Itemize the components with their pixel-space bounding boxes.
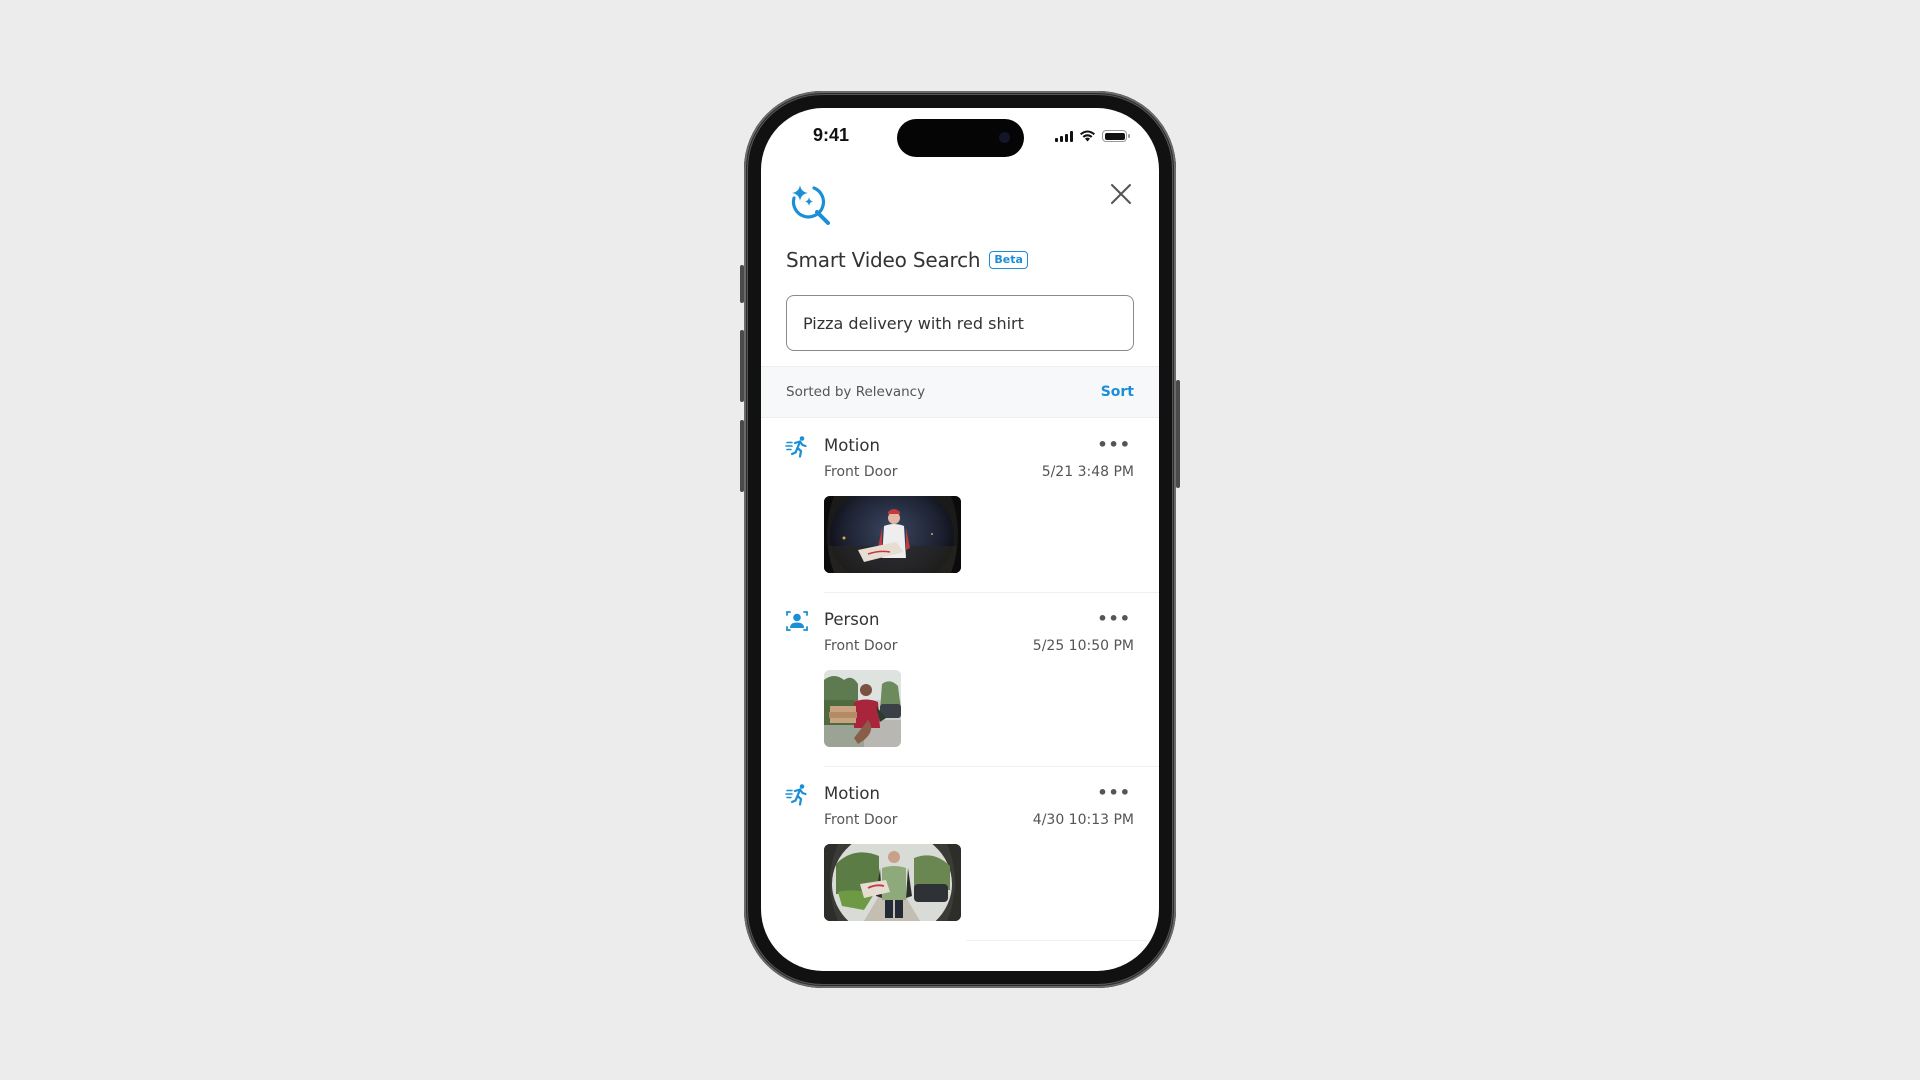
event-timestamp: 5/25 10:50 PM	[1032, 638, 1134, 654]
event-thumbnail[interactable]	[824, 844, 961, 921]
power-button	[1176, 380, 1180, 488]
more-options-button[interactable]: •••	[1097, 609, 1131, 628]
event-item[interactable]: Motion ••• Front Door 5/21 3:48 PM	[761, 419, 1159, 593]
dynamic-island	[897, 119, 1024, 157]
sort-button[interactable]: Sort	[1101, 384, 1134, 400]
thumbnail-day-delivery	[824, 670, 901, 747]
divider	[966, 940, 1159, 941]
event-type: Person	[824, 610, 880, 629]
cellular-signal-icon	[1055, 130, 1073, 142]
page-title: Smart Video Search	[786, 248, 981, 272]
more-options-button[interactable]: •••	[1097, 783, 1131, 802]
event-item[interactable]: Motion ••• Front Door 4/30 10:13 PM	[761, 767, 1159, 941]
phone-screen: 9:41 Smart Video Search Beta Sor	[761, 108, 1159, 971]
battery-icon	[1102, 130, 1130, 142]
camera-icon	[999, 132, 1010, 143]
status-bar: 9:41	[761, 108, 1159, 160]
motion-running-icon	[785, 436, 807, 458]
event-type: Motion	[824, 784, 880, 803]
close-icon[interactable]	[1107, 180, 1135, 208]
search-input[interactable]	[803, 313, 1117, 333]
event-list: Motion ••• Front Door 5/21 3:48 PM Perso…	[761, 419, 1159, 941]
title-row: Smart Video Search Beta	[786, 248, 1028, 272]
sort-label: Sorted by Relevancy	[786, 384, 926, 400]
search-field[interactable]	[786, 295, 1134, 351]
wifi-icon	[1080, 130, 1095, 142]
event-location: Front Door	[824, 812, 898, 828]
event-item[interactable]: Person ••• Front Door 5/25 10:50 PM	[761, 593, 1159, 767]
sparkle-search-icon	[791, 185, 830, 225]
thumbnail-night-delivery	[824, 496, 961, 573]
status-icons	[1055, 130, 1130, 142]
event-thumbnail[interactable]	[824, 670, 901, 747]
event-timestamp: 4/30 10:13 PM	[1032, 812, 1134, 828]
event-location: Front Door	[824, 464, 898, 480]
status-time: 9:41	[813, 125, 850, 145]
event-type: Motion	[824, 436, 880, 455]
sort-bar: Sorted by Relevancy Sort	[761, 366, 1159, 418]
beta-badge: Beta	[989, 251, 1028, 269]
thumbnail-day-doorstep	[824, 844, 961, 921]
event-location: Front Door	[824, 638, 898, 654]
motion-running-icon	[785, 784, 807, 806]
person-detect-icon	[786, 611, 808, 631]
event-thumbnail[interactable]	[824, 496, 961, 573]
more-options-button[interactable]: •••	[1097, 435, 1131, 454]
event-timestamp: 5/21 3:48 PM	[1041, 464, 1134, 480]
